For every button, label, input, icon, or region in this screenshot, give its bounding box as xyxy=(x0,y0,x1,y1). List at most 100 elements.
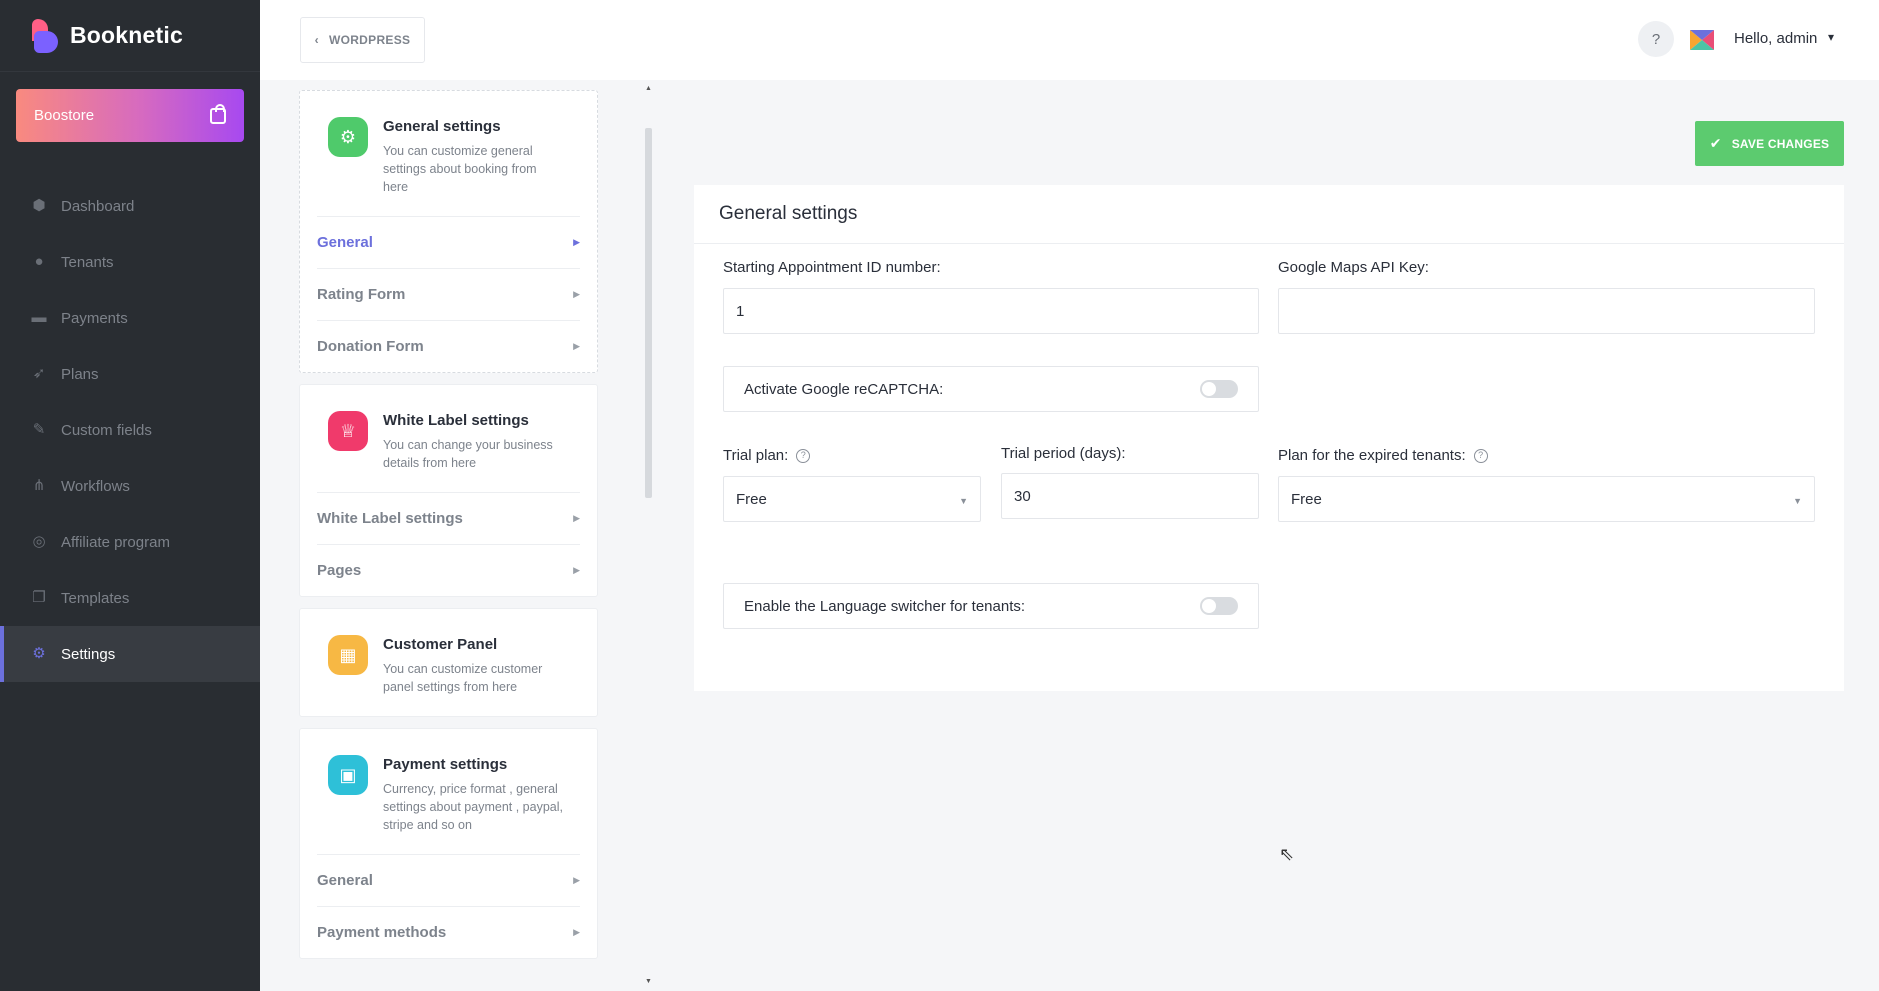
scroll-thumb[interactable] xyxy=(645,128,652,498)
sidebar-item-label: Templates xyxy=(61,589,130,607)
caret-right-icon: ▶ xyxy=(573,289,580,299)
user-icon: ● xyxy=(34,253,44,270)
sidebar-item-tenants[interactable]: ● Tenants xyxy=(0,234,260,290)
save-changes-label: SAVE CHANGES xyxy=(1731,136,1830,151)
crown-icon: ♕ xyxy=(328,411,368,451)
save-changes-button[interactable]: ✔ SAVE CHANGES xyxy=(1695,121,1844,166)
starting-id-value: 1 xyxy=(736,302,745,320)
caret-right-icon: ▶ xyxy=(573,875,580,885)
maps-key-label: Google Maps API Key: xyxy=(1278,259,1429,276)
card-title: Payment settings xyxy=(383,756,508,773)
sidebar-item-workflows[interactable]: ⋔ Workflows xyxy=(0,458,260,514)
settings-subitem-payment-general[interactable]: General ▶ xyxy=(317,854,580,906)
sidebar-item-label: Tenants xyxy=(61,253,114,271)
booknetic-logo-icon xyxy=(30,18,58,53)
settings-card-customer-panel[interactable]: ▦ Customer Panel You can customize custo… xyxy=(299,608,598,717)
settings-nav: ⚙ General settings You can customize gen… xyxy=(299,90,598,991)
sidebar-item-templates[interactable]: ❐ Templates xyxy=(0,570,260,626)
subitem-label: Pages xyxy=(317,562,362,579)
calendar-clock-icon: ▦ xyxy=(328,635,368,675)
help-chat-icon: ? xyxy=(1651,30,1661,48)
brand[interactable]: Booknetic xyxy=(0,0,260,72)
back-to-wordpress-button[interactable]: ‹ WORDPRESS xyxy=(300,17,425,63)
subitem-label: General xyxy=(317,872,373,889)
rocket-icon: ➶ xyxy=(32,365,46,382)
scroll-down-arrow-icon[interactable]: ▼ xyxy=(645,978,652,985)
card-description: You can change your business details fro… xyxy=(383,438,553,470)
back-to-wordpress-label: WORDPRESS xyxy=(328,33,411,47)
card-title: Customer Panel xyxy=(383,636,498,653)
recaptcha-label: Activate Google reCAPTCHA: xyxy=(744,380,944,398)
gear-icon: ⚙ xyxy=(32,645,46,662)
boostore-label: Boostore xyxy=(34,107,95,124)
sidebar-nav: ⬢ Dashboard ● Tenants ▬ Payments ➶ Plans ✎ Cu… xyxy=(0,178,260,682)
expired-plan-label: Plan for the expired tenants:? xyxy=(1278,447,1488,464)
card-description: You can customize customer panel setting… xyxy=(383,662,543,694)
user-greeting[interactable]: Hello, admin xyxy=(1734,30,1817,47)
settings-subitem-pages[interactable]: Pages ▶ xyxy=(317,544,580,596)
sidebar-item-label: Workflows xyxy=(61,477,130,495)
question-circle-icon[interactable]: ? xyxy=(796,449,811,464)
maps-key-input[interactable] xyxy=(1278,288,1815,334)
trial-plan-select[interactable]: Free ▼ xyxy=(723,476,981,522)
trial-plan-value: Free xyxy=(736,490,767,508)
card-title: White Label settings xyxy=(383,412,529,429)
subitem-label: Rating Form xyxy=(317,286,406,303)
subitem-label: White Label settings xyxy=(317,510,463,527)
trial-period-input[interactable]: 30 xyxy=(1001,473,1259,519)
brand-name: Booknetic xyxy=(70,22,183,48)
caret-right-icon: ▶ xyxy=(573,565,580,575)
trial-period-label: Trial period (days): xyxy=(1001,445,1126,462)
panel-title: General settings xyxy=(694,185,1844,244)
subitem-label: Payment methods xyxy=(317,924,447,941)
caret-right-icon: ▶ xyxy=(573,927,580,937)
caret-right-icon: ▶ xyxy=(573,513,580,523)
settings-subitem-donation-form[interactable]: Donation Form ▶ xyxy=(317,320,580,372)
cube-icon: ⬢ xyxy=(32,197,46,214)
sidebar-item-plans[interactable]: ➶ Plans xyxy=(0,346,260,402)
card-description: You can customize general settings about… xyxy=(383,144,537,194)
settings-subitem-general[interactable]: General ▶ xyxy=(317,216,580,268)
caret-down-icon: ▼ xyxy=(959,496,968,506)
question-circle-icon[interactable]: ? xyxy=(1473,449,1488,464)
workflow-icon: ⋔ xyxy=(32,477,46,494)
card-description: Currency, price format , general setting… xyxy=(383,782,563,832)
starting-id-input[interactable]: 1 xyxy=(723,288,1259,334)
help-button[interactable]: ? xyxy=(1638,21,1674,57)
trial-plan-label: Trial plan:? xyxy=(723,447,811,464)
boostore-button[interactable]: Boostore xyxy=(16,89,244,142)
language-switcher-toggle[interactable] xyxy=(1200,597,1238,615)
sidebar-item-settings[interactable]: ⚙ Settings xyxy=(0,626,260,682)
trial-plan-label-text: Trial plan: xyxy=(723,447,789,464)
settings-subitem-payment-methods[interactable]: Payment methods ▶ xyxy=(317,906,580,958)
chevron-down-icon[interactable]: ▾ xyxy=(1828,30,1834,44)
top-header: ‹ WORDPRESS ? Hello, admin ▾ xyxy=(260,0,1879,80)
settings-card-white-label: ♕ White Label settings You can change yo… xyxy=(299,384,598,597)
settings-nav-scrollbar[interactable]: ▲ ▼ xyxy=(645,85,652,991)
subitem-label: Donation Form xyxy=(317,338,424,355)
recaptcha-toggle[interactable] xyxy=(1200,380,1238,398)
avatar[interactable] xyxy=(1688,26,1716,54)
scroll-up-arrow-icon[interactable]: ▲ xyxy=(645,85,652,92)
expired-plan-label-text: Plan for the expired tenants: xyxy=(1278,447,1466,464)
sidebar-item-label: Affiliate program xyxy=(61,533,170,551)
sidebar-item-payments[interactable]: ▬ Payments xyxy=(0,290,260,346)
sidebar-item-label: Custom fields xyxy=(61,421,152,439)
gear-icon: ⚙ xyxy=(328,117,368,157)
wallet-icon: ▣ xyxy=(328,755,368,795)
shopping-bag-icon xyxy=(210,103,226,124)
magic-wand-icon: ✎ xyxy=(32,421,46,438)
expired-plan-select[interactable]: Free ▼ xyxy=(1278,476,1815,522)
settings-subitem-white-label[interactable]: White Label settings ▶ xyxy=(317,492,580,544)
recaptcha-setting: Activate Google reCAPTCHA: xyxy=(723,366,1259,412)
general-settings-panel: General settings Starting Appointment ID… xyxy=(694,185,1844,691)
chevron-left-icon: ‹ xyxy=(314,33,319,47)
sidebar-item-custom-fields[interactable]: ✎ Custom fields xyxy=(0,402,260,458)
sidebar-item-affiliate-program[interactable]: ◎ Affiliate program xyxy=(0,514,260,570)
settings-card-payment: ▣ Payment settings Currency, price forma… xyxy=(299,728,598,959)
subitem-label: General xyxy=(317,234,373,251)
settings-subitem-rating-form[interactable]: Rating Form ▶ xyxy=(317,268,580,320)
language-switcher-setting: Enable the Language switcher for tenants… xyxy=(723,583,1259,629)
sidebar-item-label: Payments xyxy=(61,309,128,327)
sidebar-item-dashboard[interactable]: ⬢ Dashboard xyxy=(0,178,260,234)
